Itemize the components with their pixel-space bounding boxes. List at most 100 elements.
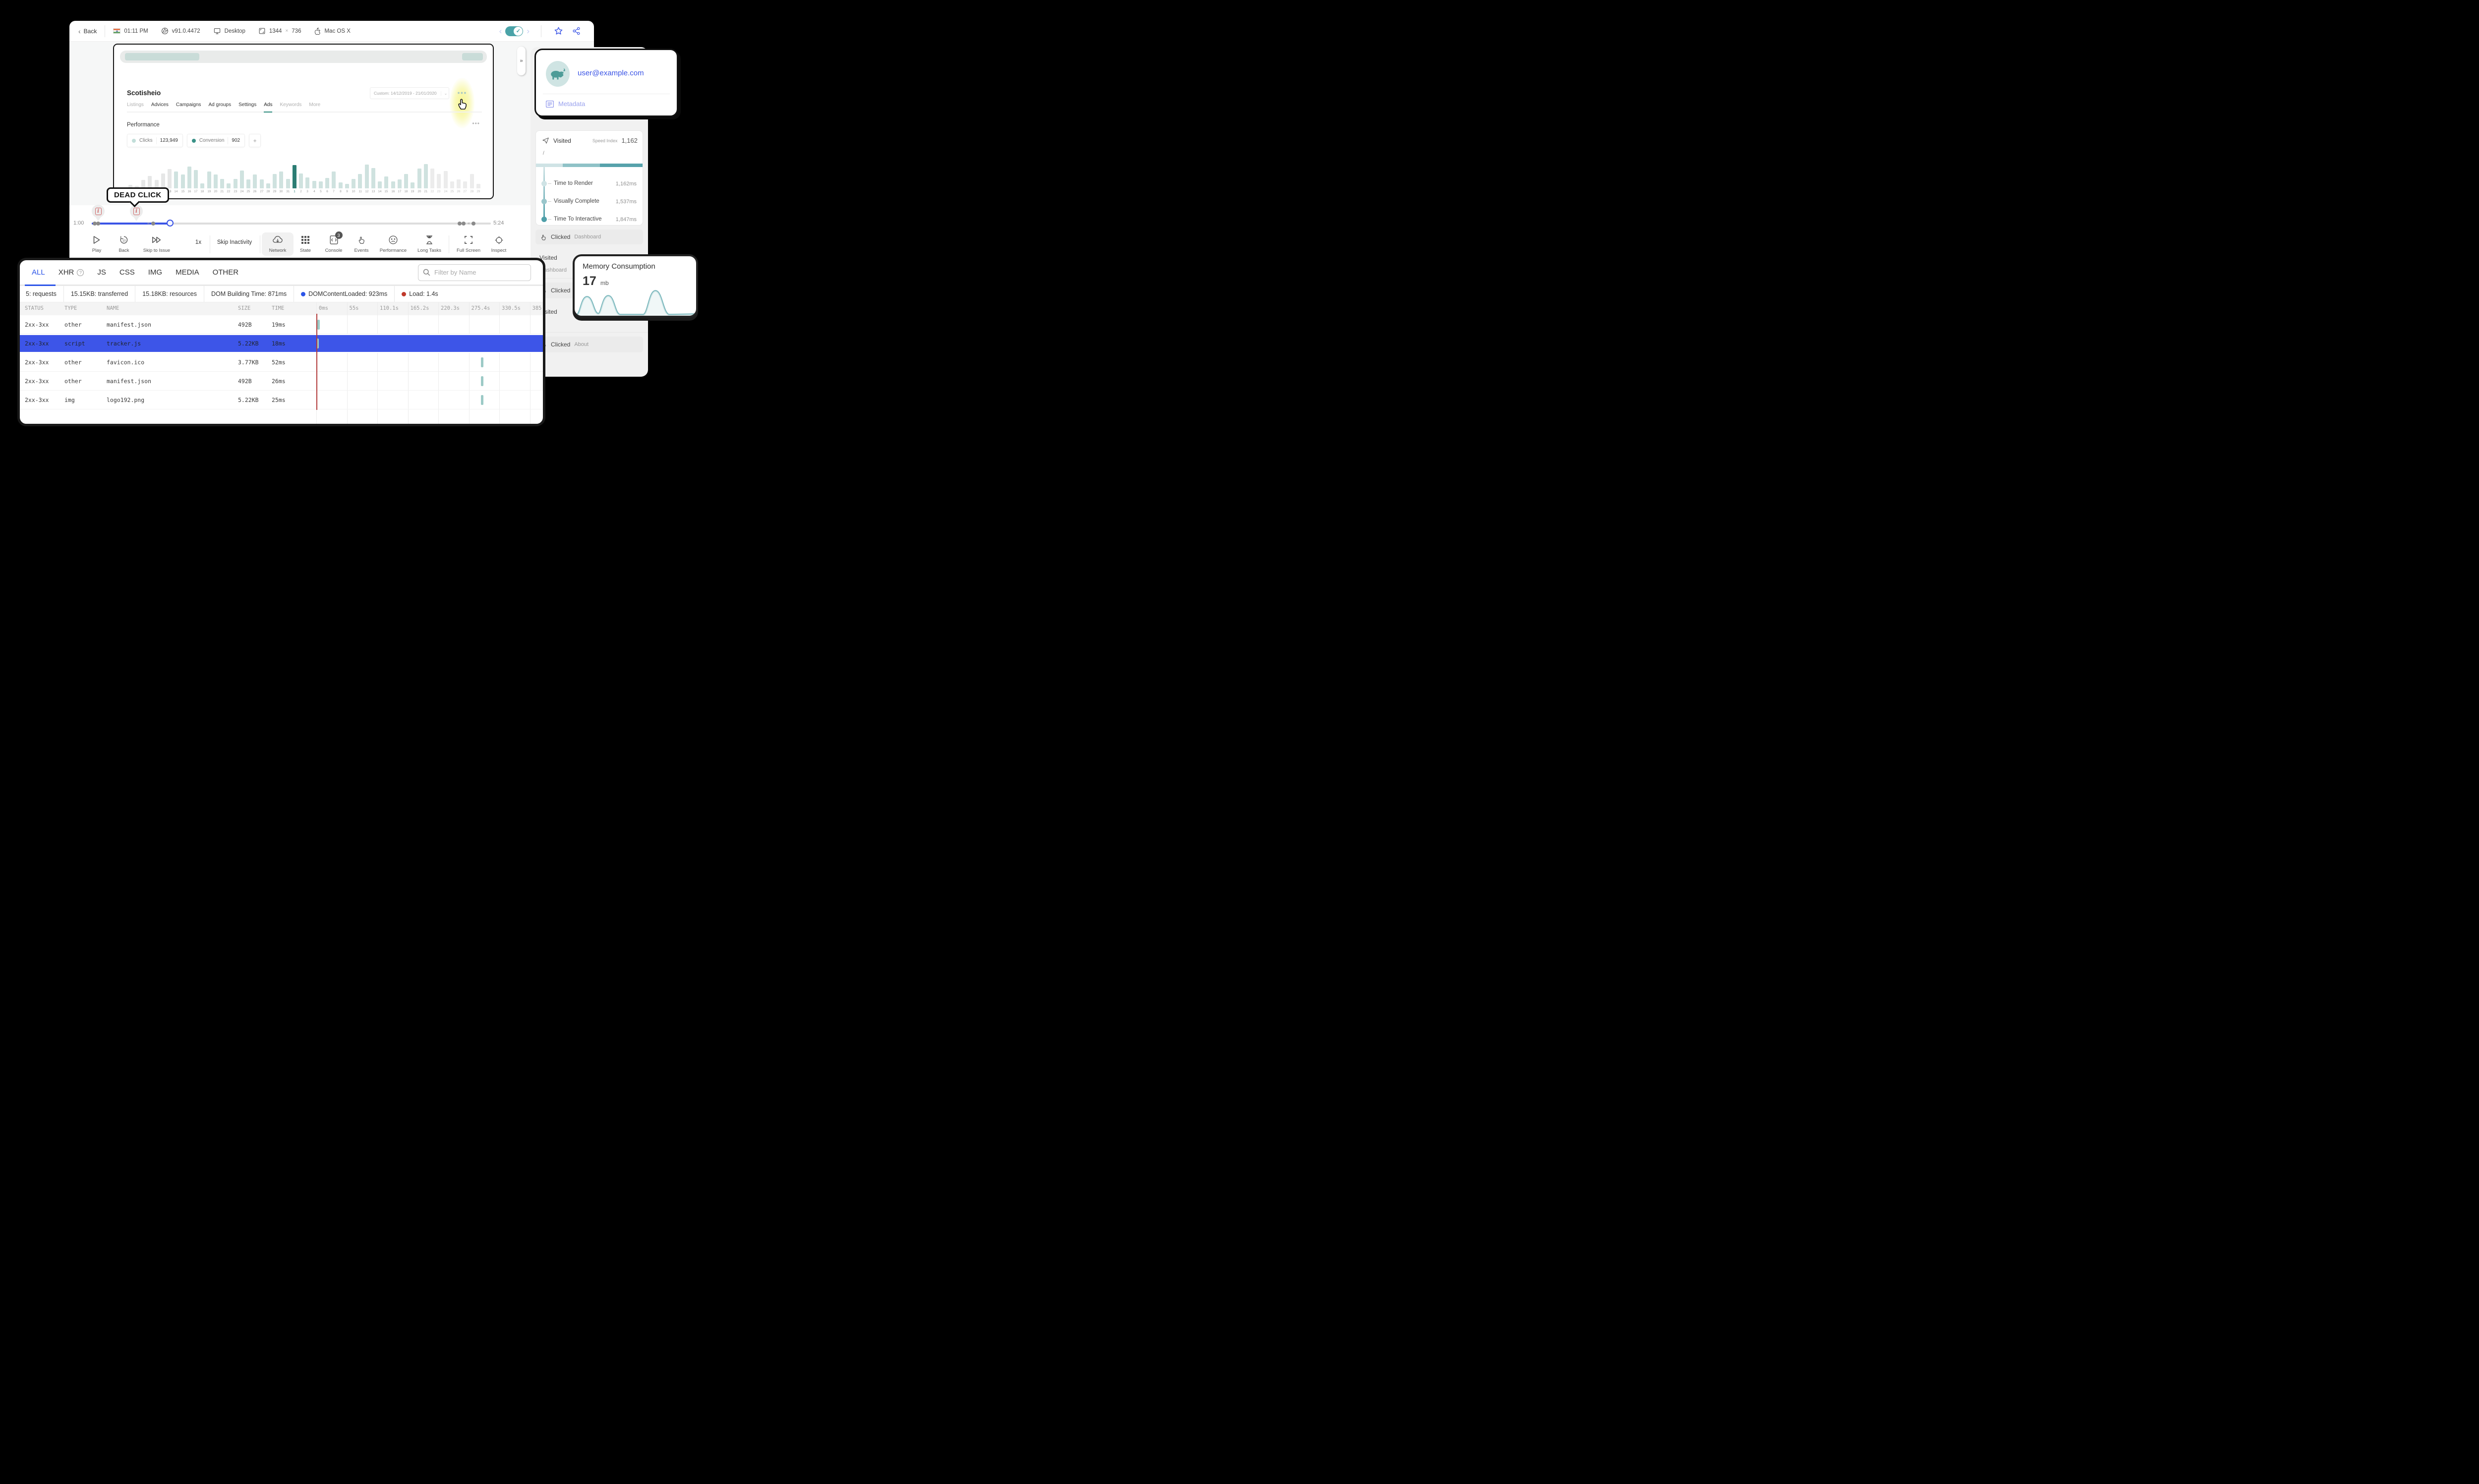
chart-bar[interactable] <box>404 174 409 188</box>
chart-bar[interactable] <box>450 181 454 188</box>
metadata-button[interactable]: Metadata <box>546 100 585 108</box>
chart-bar[interactable] <box>259 179 264 188</box>
share-button[interactable] <box>568 27 585 35</box>
issue-marker-dead-click[interactable]: i <box>130 205 143 221</box>
date-range-select[interactable]: Custom: 14/12/2019 - 21/01/2020 ⌄ <box>370 87 449 99</box>
chart-bar[interactable] <box>168 169 172 188</box>
conversion-chip[interactable]: Conversion 902 <box>186 134 245 147</box>
state-panel-button[interactable]: State <box>290 234 321 253</box>
site-tab-campaigns[interactable]: Campaigns <box>176 102 201 112</box>
chart-bar[interactable] <box>305 177 310 188</box>
chart-bar[interactable] <box>194 170 198 188</box>
chart-bar[interactable] <box>476 184 480 188</box>
column-header-status[interactable]: STATUS <box>25 305 44 311</box>
long-tasks-panel-button[interactable]: Long Tasks <box>413 234 445 253</box>
performance-menu-button[interactable]: ••• <box>472 120 480 127</box>
column-header-size[interactable]: SIZE <box>238 305 250 311</box>
network-tab-img[interactable]: IMG <box>148 268 162 277</box>
chart-bar[interactable] <box>378 181 382 188</box>
chart-bar[interactable] <box>200 183 205 188</box>
chart-bar[interactable] <box>345 184 349 188</box>
event-dot[interactable] <box>472 222 475 226</box>
chart-bar[interactable] <box>299 173 303 188</box>
network-request-row[interactable]: 2xx-3xx other manifest.json 492B 19ms <box>20 315 543 334</box>
chart-bar[interactable] <box>253 174 257 188</box>
network-tab-js[interactable]: JS <box>97 268 106 277</box>
chart-bar[interactable] <box>246 179 251 188</box>
network-tab-other[interactable]: OTHER <box>213 268 239 277</box>
network-request-row[interactable]: 2xx-3xx script tracker.js 5.22KB 18ms <box>20 334 543 353</box>
network-tab-css[interactable]: CSS <box>119 268 135 277</box>
favorite-button[interactable] <box>549 26 568 36</box>
network-request-row[interactable]: 2xx-3xx other favicon.ico 3.77KB 52ms <box>20 353 543 372</box>
network-request-row[interactable]: 2xx-3xx img logo192.png 5.22KB 25ms <box>20 391 543 409</box>
chart-bar[interactable] <box>148 176 152 188</box>
timeline-track[interactable]: « « i i <box>92 205 491 227</box>
chart-bar[interactable] <box>318 181 323 188</box>
speed-button[interactable]: 1x <box>195 239 201 245</box>
chart-bar[interactable] <box>292 165 296 188</box>
back-10s-button[interactable]: 10 Back <box>108 234 140 253</box>
chart-bar[interactable] <box>338 182 343 188</box>
add-metric-button[interactable]: + <box>249 134 261 147</box>
chart-bar[interactable] <box>286 179 290 188</box>
chart-bar[interactable] <box>364 165 369 188</box>
column-header-time[interactable]: TIME <box>272 305 284 311</box>
event-clicked-about[interactable]: Clicked About <box>535 337 643 352</box>
column-header-type[interactable]: TYPE <box>64 305 77 311</box>
skip-to-issue-button[interactable]: Skip to Issue <box>141 234 173 253</box>
chart-bar[interactable] <box>417 169 421 188</box>
chart-bar[interactable] <box>470 174 474 188</box>
event-dot[interactable] <box>462 222 466 226</box>
issue-marker[interactable]: i <box>92 205 105 221</box>
inspect-button[interactable]: Inspect <box>483 234 515 253</box>
event-dot[interactable] <box>151 222 155 226</box>
chart-bar[interactable] <box>239 171 244 188</box>
clicks-chip[interactable]: Clicks 123,949 <box>127 134 183 147</box>
chart-bar[interactable] <box>207 171 211 188</box>
chart-bar[interactable] <box>463 181 468 188</box>
chart-bar[interactable] <box>443 171 448 188</box>
chart-bar[interactable] <box>358 174 362 188</box>
chart-bar[interactable] <box>273 174 277 188</box>
network-request-row[interactable]: 2xx-3xx other manifest.json 492B 26ms <box>20 372 543 391</box>
prev-session-button[interactable]: ‹ <box>496 26 506 36</box>
chart-bar[interactable] <box>266 183 270 188</box>
collapse-panel-button[interactable]: » <box>517 47 526 75</box>
chart-bar[interactable] <box>187 167 191 188</box>
site-tab-ad-groups[interactable]: Ad groups <box>209 102 232 112</box>
site-tab-listings[interactable]: Listings <box>127 102 144 112</box>
network-tab-media[interactable]: MEDIA <box>176 268 199 277</box>
chart-bar[interactable] <box>312 181 316 188</box>
chart-bar[interactable] <box>161 173 165 188</box>
playhead-handle[interactable] <box>167 220 174 227</box>
chart-bar[interactable] <box>279 171 284 188</box>
full-screen-button[interactable]: Full Screen <box>453 234 484 253</box>
column-header-name[interactable]: NAME <box>107 305 119 311</box>
filter-by-name-input[interactable] <box>418 264 531 281</box>
chart-bar[interactable] <box>391 181 395 188</box>
performance-panel-button[interactable]: Performance <box>377 234 409 253</box>
chart-bar[interactable] <box>397 179 402 188</box>
chart-bar[interactable] <box>220 179 225 188</box>
network-panel-button[interactable]: Network <box>262 232 294 256</box>
event-dot[interactable] <box>458 222 462 226</box>
events-panel-button[interactable]: Events <box>346 234 377 253</box>
back-button[interactable]: ‹ Back <box>78 28 97 35</box>
visited-page-card[interactable]: Visited Speed Index 1,162 / Time to Rend… <box>535 130 643 226</box>
chart-bar[interactable] <box>233 179 237 188</box>
autoplay-toggle[interactable]: ✓ <box>505 26 524 36</box>
console-panel-button[interactable]: 3 Console <box>318 231 350 253</box>
network-tab-all[interactable]: ALL <box>32 268 45 277</box>
chart-bar[interactable] <box>180 174 185 188</box>
next-session-button[interactable]: › <box>523 26 533 36</box>
chart-bar[interactable] <box>457 179 461 188</box>
chart-bar[interactable] <box>437 174 441 188</box>
chart-bar[interactable] <box>352 179 356 188</box>
chart-bar[interactable] <box>325 178 330 188</box>
user-email-link[interactable]: user@example.com <box>578 69 644 77</box>
chart-bar[interactable] <box>371 168 375 188</box>
site-tab-more[interactable]: More <box>309 102 320 112</box>
skip-inactivity-button[interactable]: Skip Inactivity <box>217 239 252 245</box>
chart-bar[interactable] <box>332 171 336 188</box>
